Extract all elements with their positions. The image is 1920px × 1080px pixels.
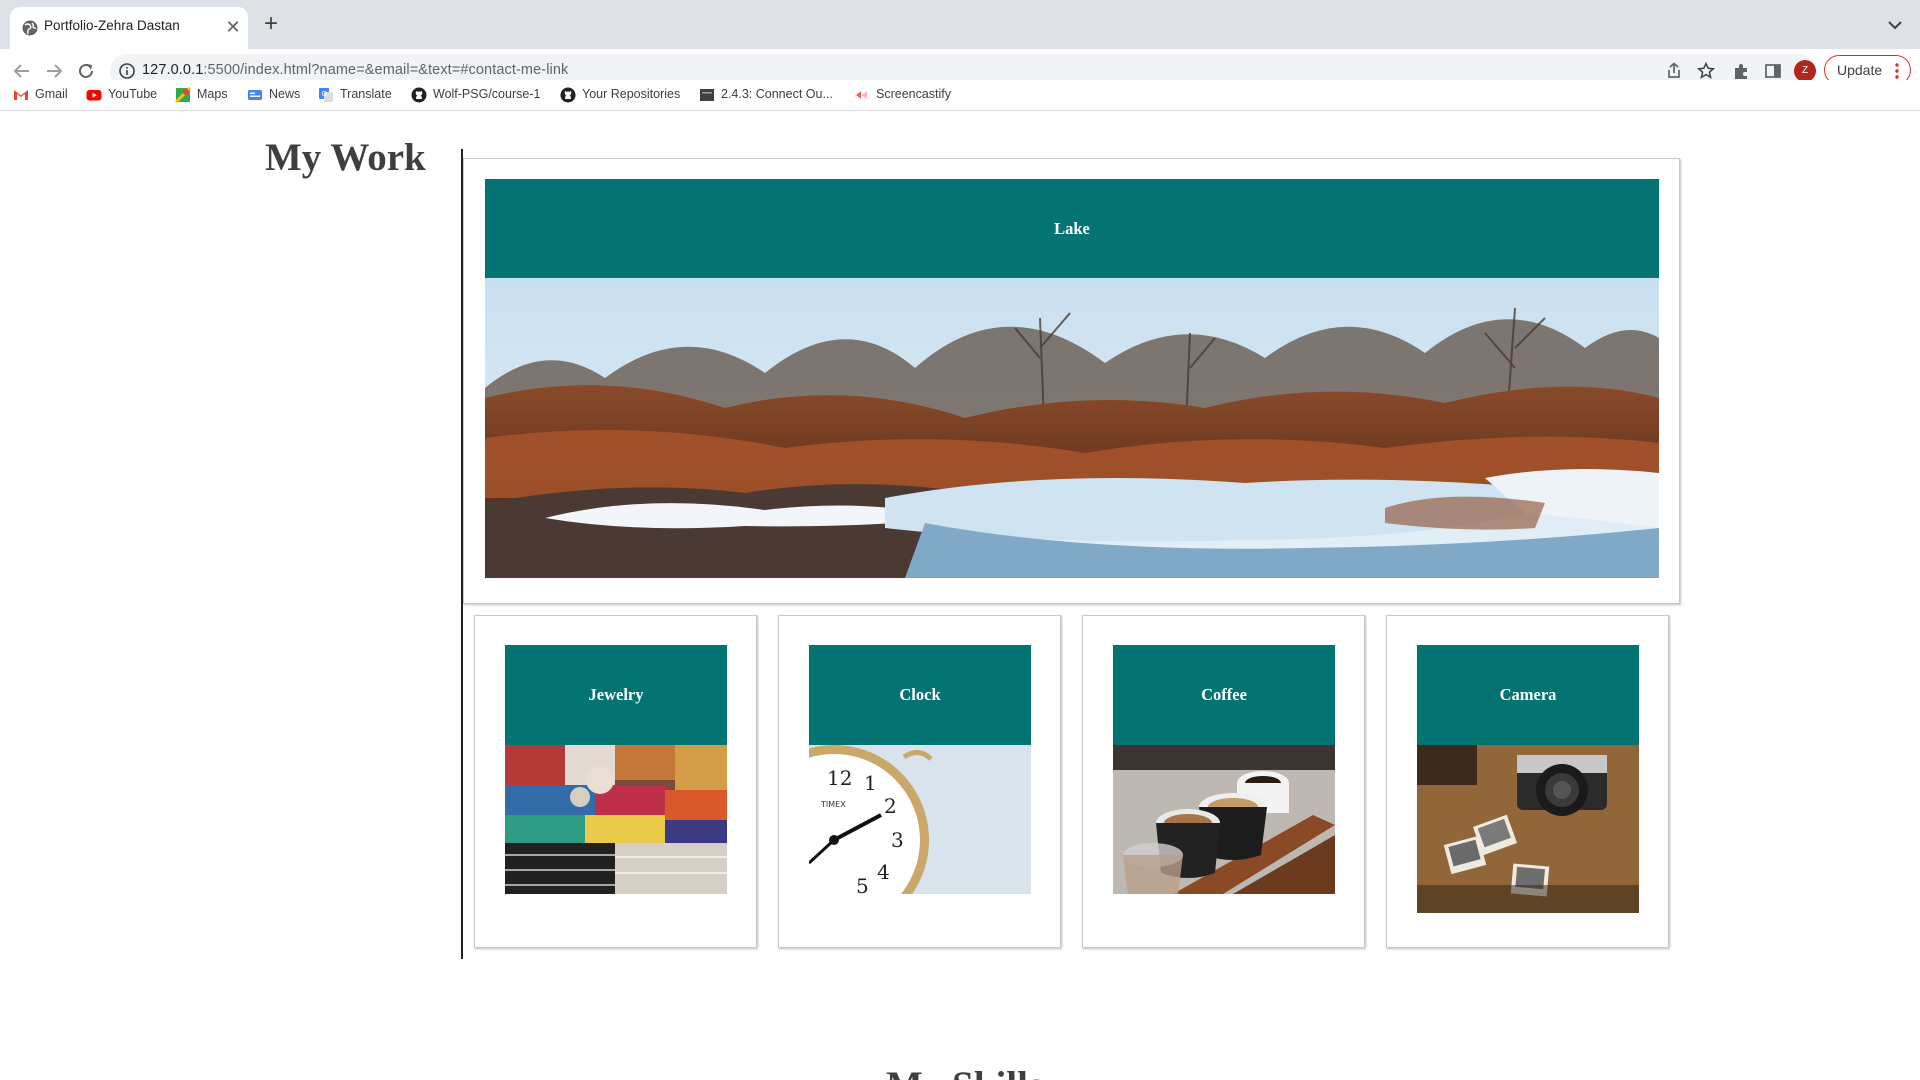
close-tab-icon[interactable]: ✕ — [222, 16, 244, 38]
side-panel-icon[interactable] — [1762, 60, 1784, 82]
globe-icon — [22, 20, 38, 36]
tab-title: Portfolio-Zehra Dastan — [44, 18, 180, 33]
coffee-image — [1113, 745, 1335, 894]
lake-image — [485, 278, 1659, 578]
bookmark-label: News — [269, 87, 301, 101]
screencastify-icon — [856, 91, 867, 99]
svg-text:3: 3 — [891, 828, 904, 852]
extensions-puzzle-icon[interactable] — [1730, 60, 1752, 82]
url-host: 127.0.0.1 — [142, 62, 204, 78]
translate-icon: G — [319, 88, 333, 102]
clock-image: 12 1 2 3 4 5 TIMEX — [809, 745, 1031, 894]
youtube-icon — [86, 90, 102, 101]
url-text: 127.0.0.1:5500/index.html?name=&email=&t… — [142, 62, 568, 78]
featured-project-card[interactable]: Lake — [463, 158, 1680, 604]
kebab-menu-icon[interactable] — [1893, 62, 1901, 80]
maps-icon — [175, 87, 191, 103]
project-card-camera[interactable]: Camera — [1386, 615, 1669, 948]
jewelry-image — [505, 745, 727, 894]
bookmark-label: YouTube — [108, 87, 158, 101]
bookmark-label: Your Repositories — [582, 87, 681, 101]
course-icon — [700, 89, 714, 101]
site-info-icon[interactable] — [118, 62, 136, 80]
bookmark-label: Screencastify — [876, 87, 952, 101]
svg-text:12: 12 — [827, 766, 852, 790]
project-card-clock[interactable]: Clock 12 1 2 3 4 5 TIMEX — [778, 615, 1061, 948]
svg-text:G: G — [322, 90, 327, 98]
svg-text:4: 4 — [877, 860, 890, 884]
bookmark-label: Gmail — [35, 87, 68, 101]
project-card-coffee[interactable]: Coffee — [1082, 615, 1365, 948]
project-title: Jewelry — [505, 645, 727, 745]
update-label: Update — [1837, 62, 1883, 78]
bookmark-star-icon[interactable] — [1696, 61, 1716, 81]
gmail-icon — [14, 90, 28, 100]
github-icon — [560, 87, 576, 103]
browser-tab[interactable]: Portfolio-Zehra Dastan ✕ — [10, 7, 248, 49]
bookmark-label: Translate — [340, 87, 392, 101]
bookmark-label: Maps — [197, 87, 228, 101]
github-icon — [411, 87, 427, 103]
profile-avatar[interactable]: Z — [1794, 60, 1816, 82]
next-section-title: My Skills — [886, 1063, 1043, 1080]
svg-text:2: 2 — [884, 794, 897, 818]
svg-text:5: 5 — [856, 874, 869, 894]
project-title: Clock — [809, 645, 1031, 745]
section-title: My Work — [265, 136, 426, 179]
tab-strip: Portfolio-Zehra Dastan ✕ + — [0, 0, 1920, 49]
project-title: Lake — [485, 179, 1659, 278]
bookmark-label: Wolf-PSG/course-1 — [433, 87, 541, 101]
url-path: :5500/index.html?name=&email=&text=#cont… — [203, 62, 569, 78]
new-tab-button[interactable]: + — [257, 11, 285, 39]
page-content: My Work Lake Jewelry Clock 12 1 2 3 4 5 … — [0, 111, 1920, 1080]
share-icon[interactable] — [1664, 61, 1684, 81]
svg-text:1: 1 — [864, 771, 877, 795]
svg-text:TIMEX: TIMEX — [820, 800, 846, 809]
bookmarks-bar: Gmail YouTube Maps News G Translate Wolf… — [0, 80, 1920, 111]
news-icon — [248, 90, 262, 100]
camera-image — [1417, 745, 1639, 913]
project-title: Coffee — [1113, 645, 1335, 745]
project-title: Camera — [1417, 645, 1639, 745]
tab-search-icon[interactable] — [1884, 14, 1906, 36]
project-card-jewelry[interactable]: Jewelry — [474, 615, 757, 948]
bookmark-label: 2.4.3: Connect Ou... — [721, 87, 833, 101]
